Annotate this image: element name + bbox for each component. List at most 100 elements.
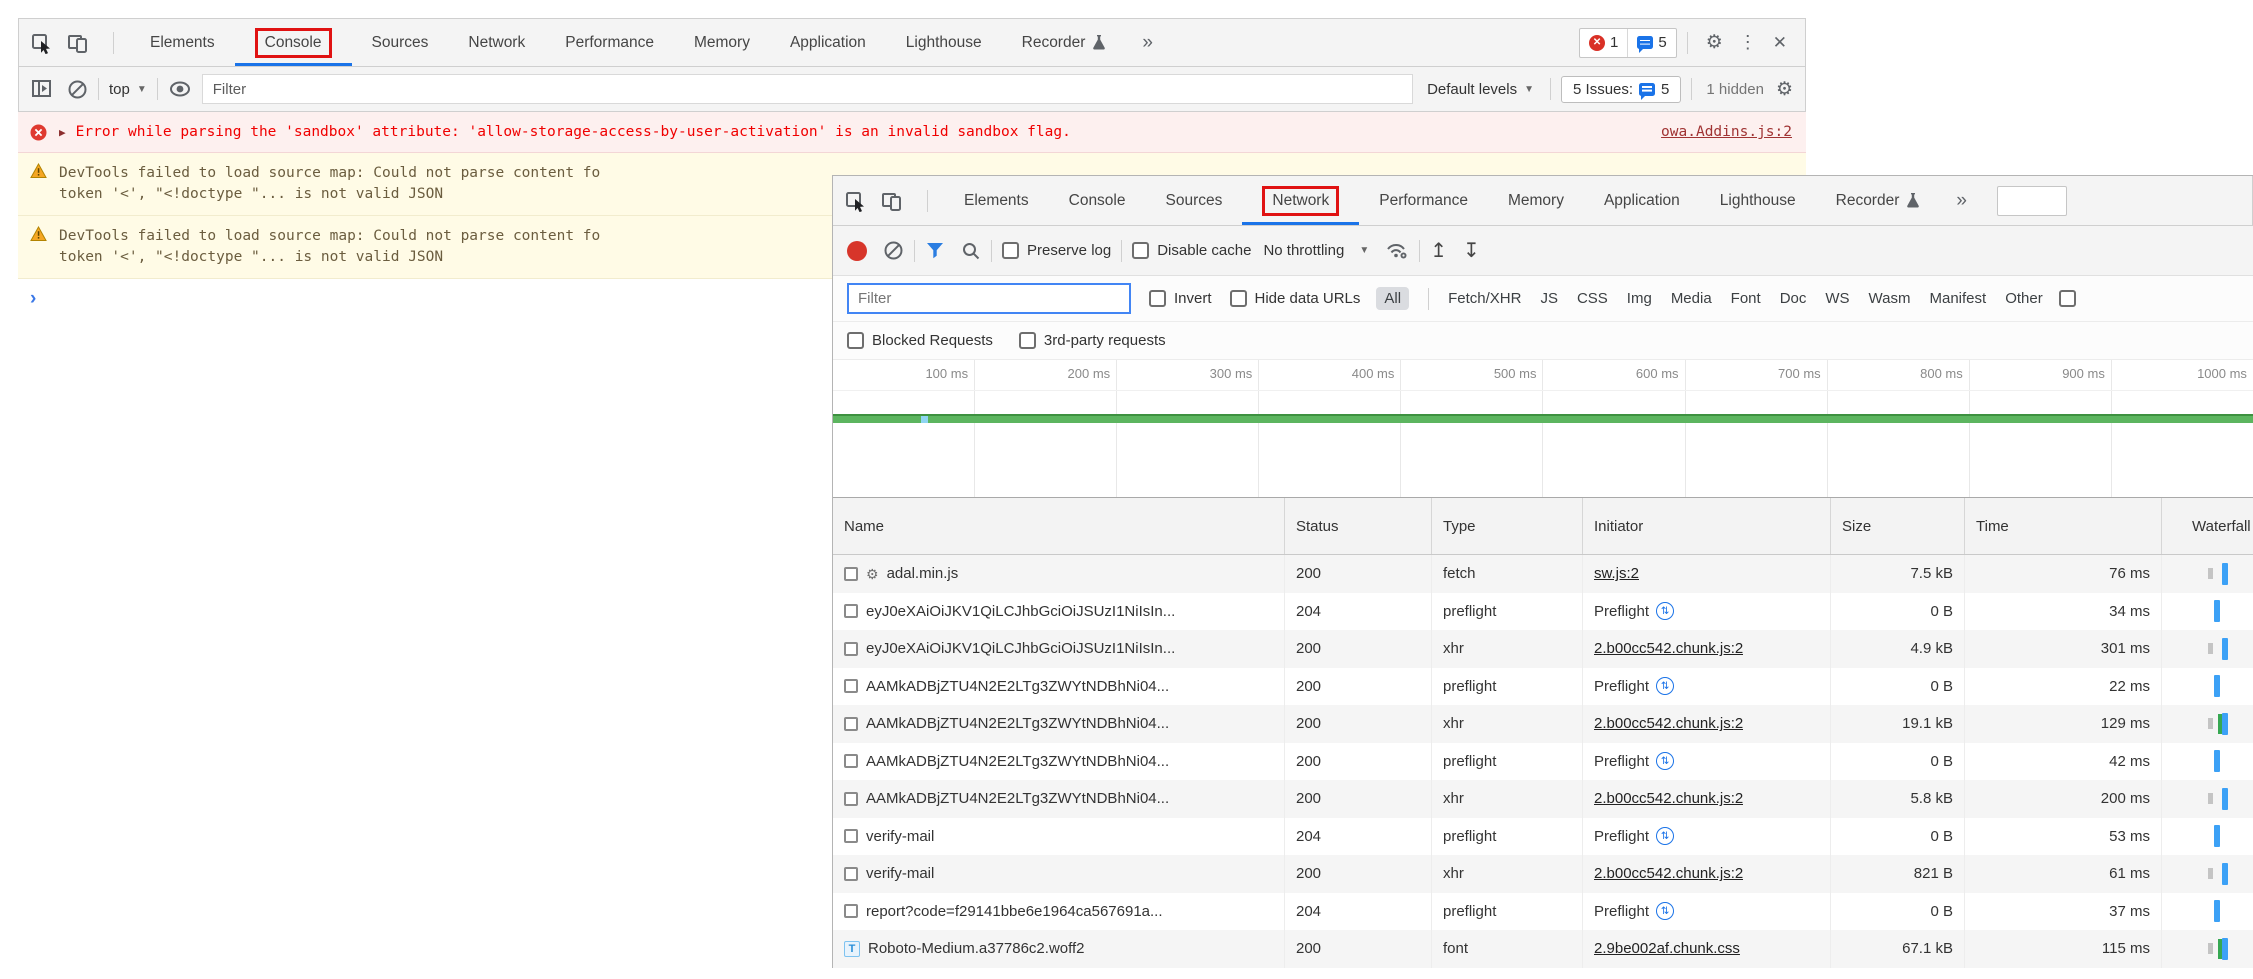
expand-triangle-icon[interactable]: ▶ xyxy=(59,126,66,139)
chip-js[interactable]: JS xyxy=(1540,290,1558,307)
initiator-cell[interactable]: 2.b00cc542.chunk.js:2 xyxy=(1583,780,1831,818)
initiator-cell[interactable]: sw.js:2 xyxy=(1583,555,1831,593)
initiator-cell[interactable]: Preflight⇅ xyxy=(1583,893,1831,931)
waterfall-cell[interactable] xyxy=(2162,893,2253,931)
network-window-tab-recorder[interactable]: Recorder xyxy=(1816,176,1941,225)
chip-img[interactable]: Img xyxy=(1627,290,1652,307)
column-header-time[interactable]: Time xyxy=(1965,498,2162,554)
console-window-tab-lighthouse[interactable]: Lighthouse xyxy=(886,19,1002,66)
console-window-tab-network[interactable]: Network xyxy=(448,19,545,66)
error-count-badge[interactable]: ✕ 1 xyxy=(1580,29,1627,57)
waterfall-cell[interactable] xyxy=(2162,555,2253,593)
request-name-cell[interactable]: AAMkADBjZTU4N2E2LTg3ZWYtNDBhNi04... xyxy=(833,705,1285,743)
initiator-cell[interactable]: Preflight⇅ xyxy=(1583,668,1831,706)
column-header-name[interactable]: Name xyxy=(833,498,1285,554)
chip-manifest[interactable]: Manifest xyxy=(1930,290,1987,307)
chip-css[interactable]: CSS xyxy=(1577,290,1608,307)
request-name-cell[interactable]: ⚙adal.min.js xyxy=(833,555,1285,593)
console-window-tab-memory[interactable]: Memory xyxy=(674,19,770,66)
table-row[interactable]: ⚙adal.min.js200fetchsw.js:27.5 kB76 ms xyxy=(833,555,2253,593)
network-overview-timeline[interactable]: 100 ms200 ms300 ms400 ms500 ms600 ms700 … xyxy=(833,360,2253,498)
live-expression-eye-icon[interactable] xyxy=(168,78,192,100)
clipped-checkbox[interactable] xyxy=(2059,290,2076,307)
request-name-cell[interactable]: TRoboto-Medium.a37786c2.woff2 xyxy=(833,930,1285,968)
filter-funnel-icon[interactable] xyxy=(925,241,945,260)
kebab-menu-icon[interactable]: ⋮ xyxy=(1731,32,1765,53)
chip-wasm[interactable]: Wasm xyxy=(1869,290,1911,307)
network-window-tab-performance[interactable]: Performance xyxy=(1359,176,1488,225)
log-levels-selector[interactable]: Default levels ▼ xyxy=(1427,81,1534,98)
request-name-cell[interactable]: AAMkADBjZTU4N2E2LTg3ZWYtNDBhNi04... xyxy=(833,743,1285,781)
table-row[interactable]: eyJ0eXAiOiJKV1QiLCJhbGciOiJSUzI1NiIsIn..… xyxy=(833,630,2253,668)
import-har-icon[interactable]: ↥ xyxy=(1430,238,1447,263)
issues-count-badge[interactable]: 5 xyxy=(1627,29,1675,57)
request-name-cell[interactable]: verify-mail xyxy=(833,855,1285,893)
console-filter-input[interactable] xyxy=(202,74,1413,104)
initiator-link[interactable]: 2.b00cc542.chunk.js:2 xyxy=(1594,865,1743,882)
network-window-tab-memory[interactable]: Memory xyxy=(1488,176,1584,225)
table-row[interactable]: verify-mail200xhr2.b00cc542.chunk.js:282… xyxy=(833,855,2253,893)
network-window-tab-application[interactable]: Application xyxy=(1584,176,1700,225)
more-tabs-button[interactable]: » xyxy=(1940,176,1983,225)
chip-fetch-xhr[interactable]: Fetch/XHR xyxy=(1448,290,1521,307)
throttling-selector[interactable]: No throttling ▼ xyxy=(1263,242,1369,259)
network-window-tab-console[interactable]: Console xyxy=(1049,176,1146,225)
initiator-cell[interactable]: 2.9be002af.chunk.css xyxy=(1583,930,1831,968)
record-network-log-icon[interactable] xyxy=(847,241,867,261)
clear-network-log-icon[interactable] xyxy=(883,240,904,261)
chip-font[interactable]: Font xyxy=(1731,290,1761,307)
chip-all[interactable]: All xyxy=(1376,287,1409,310)
issues-button[interactable]: 5 Issues: 5 xyxy=(1561,76,1681,103)
disable-cache-checkbox[interactable]: Disable cache xyxy=(1132,242,1251,259)
table-row[interactable]: eyJ0eXAiOiJKV1QiLCJhbGciOiJSUzI1NiIsIn..… xyxy=(833,593,2253,631)
column-header-size[interactable]: Size xyxy=(1831,498,1965,554)
settings-gear-icon[interactable]: ⚙ xyxy=(1698,31,1731,54)
initiator-cell[interactable]: 2.b00cc542.chunk.js:2 xyxy=(1583,705,1831,743)
waterfall-cell[interactable] xyxy=(2162,780,2253,818)
table-row[interactable]: AAMkADBjZTU4N2E2LTg3ZWYtNDBhNi04...200pr… xyxy=(833,743,2253,781)
waterfall-cell[interactable] xyxy=(2162,743,2253,781)
network-window-tab-elements[interactable]: Elements xyxy=(944,176,1049,225)
search-icon[interactable] xyxy=(961,241,981,261)
request-name-cell[interactable]: AAMkADBjZTU4N2E2LTg3ZWYtNDBhNi04... xyxy=(833,780,1285,818)
waterfall-cell[interactable] xyxy=(2162,705,2253,743)
table-row[interactable]: AAMkADBjZTU4N2E2LTg3ZWYtNDBhNi04...200pr… xyxy=(833,668,2253,706)
chip-doc[interactable]: Doc xyxy=(1780,290,1807,307)
console-window-tab-performance[interactable]: Performance xyxy=(545,19,674,66)
table-row[interactable]: TRoboto-Medium.a37786c2.woff2200font2.9b… xyxy=(833,930,2253,968)
close-icon[interactable]: ✕ xyxy=(1765,33,1795,53)
waterfall-cell[interactable] xyxy=(2162,930,2253,968)
initiator-cell[interactable]: 2.b00cc542.chunk.js:2 xyxy=(1583,630,1831,668)
column-header-waterfall[interactable]: Waterfall xyxy=(2162,498,2253,554)
chip-media[interactable]: Media xyxy=(1671,290,1712,307)
initiator-link[interactable]: 2.9be002af.chunk.css xyxy=(1594,940,1740,957)
hide-data-urls-checkbox[interactable]: Hide data URLs xyxy=(1230,290,1361,307)
preserve-log-checkbox[interactable]: Preserve log xyxy=(1002,242,1111,259)
console-error-message[interactable]: ▶ Error while parsing the 'sandbox' attr… xyxy=(18,112,1806,153)
table-row[interactable]: verify-mail204preflightPreflight⇅0 B53 m… xyxy=(833,818,2253,856)
request-name-cell[interactable]: verify-mail xyxy=(833,818,1285,856)
column-header-initiator[interactable]: Initiator xyxy=(1583,498,1831,554)
console-window-tab-sources[interactable]: Sources xyxy=(352,19,449,66)
initiator-link[interactable]: 2.b00cc542.chunk.js:2 xyxy=(1594,640,1743,657)
blocked-requests-checkbox[interactable]: Blocked Requests xyxy=(847,332,993,349)
waterfall-cell[interactable] xyxy=(2162,818,2253,856)
request-name-cell[interactable]: report?code=f29141bbe6e1964ca567691a... xyxy=(833,893,1285,931)
console-sidebar-icon[interactable] xyxy=(31,78,53,100)
console-window-tab-elements[interactable]: Elements xyxy=(130,19,235,66)
network-window-tab-network[interactable]: Network xyxy=(1242,176,1359,225)
waterfall-cell[interactable] xyxy=(2162,630,2253,668)
column-header-type[interactable]: Type xyxy=(1432,498,1583,554)
initiator-link[interactable]: sw.js:2 xyxy=(1594,565,1639,582)
network-window-tab-lighthouse[interactable]: Lighthouse xyxy=(1700,176,1816,225)
waterfall-cell[interactable] xyxy=(2162,593,2253,631)
table-row[interactable]: AAMkADBjZTU4N2E2LTg3ZWYtNDBhNi04...200xh… xyxy=(833,705,2253,743)
column-header-status[interactable]: Status xyxy=(1285,498,1432,554)
inspect-element-icon[interactable] xyxy=(31,32,53,54)
table-row[interactable]: report?code=f29141bbe6e1964ca567691a...2… xyxy=(833,893,2253,931)
request-name-cell[interactable]: eyJ0eXAiOiJKV1QiLCJhbGciOiJSUzI1NiIsIn..… xyxy=(833,630,1285,668)
chip-other[interactable]: Other xyxy=(2005,290,2043,307)
request-name-cell[interactable]: AAMkADBjZTU4N2E2LTg3ZWYtNDBhNi04... xyxy=(833,668,1285,706)
waterfall-cell[interactable] xyxy=(2162,668,2253,706)
error-source-link[interactable]: owa.Addins.js:2 xyxy=(1661,123,1792,140)
